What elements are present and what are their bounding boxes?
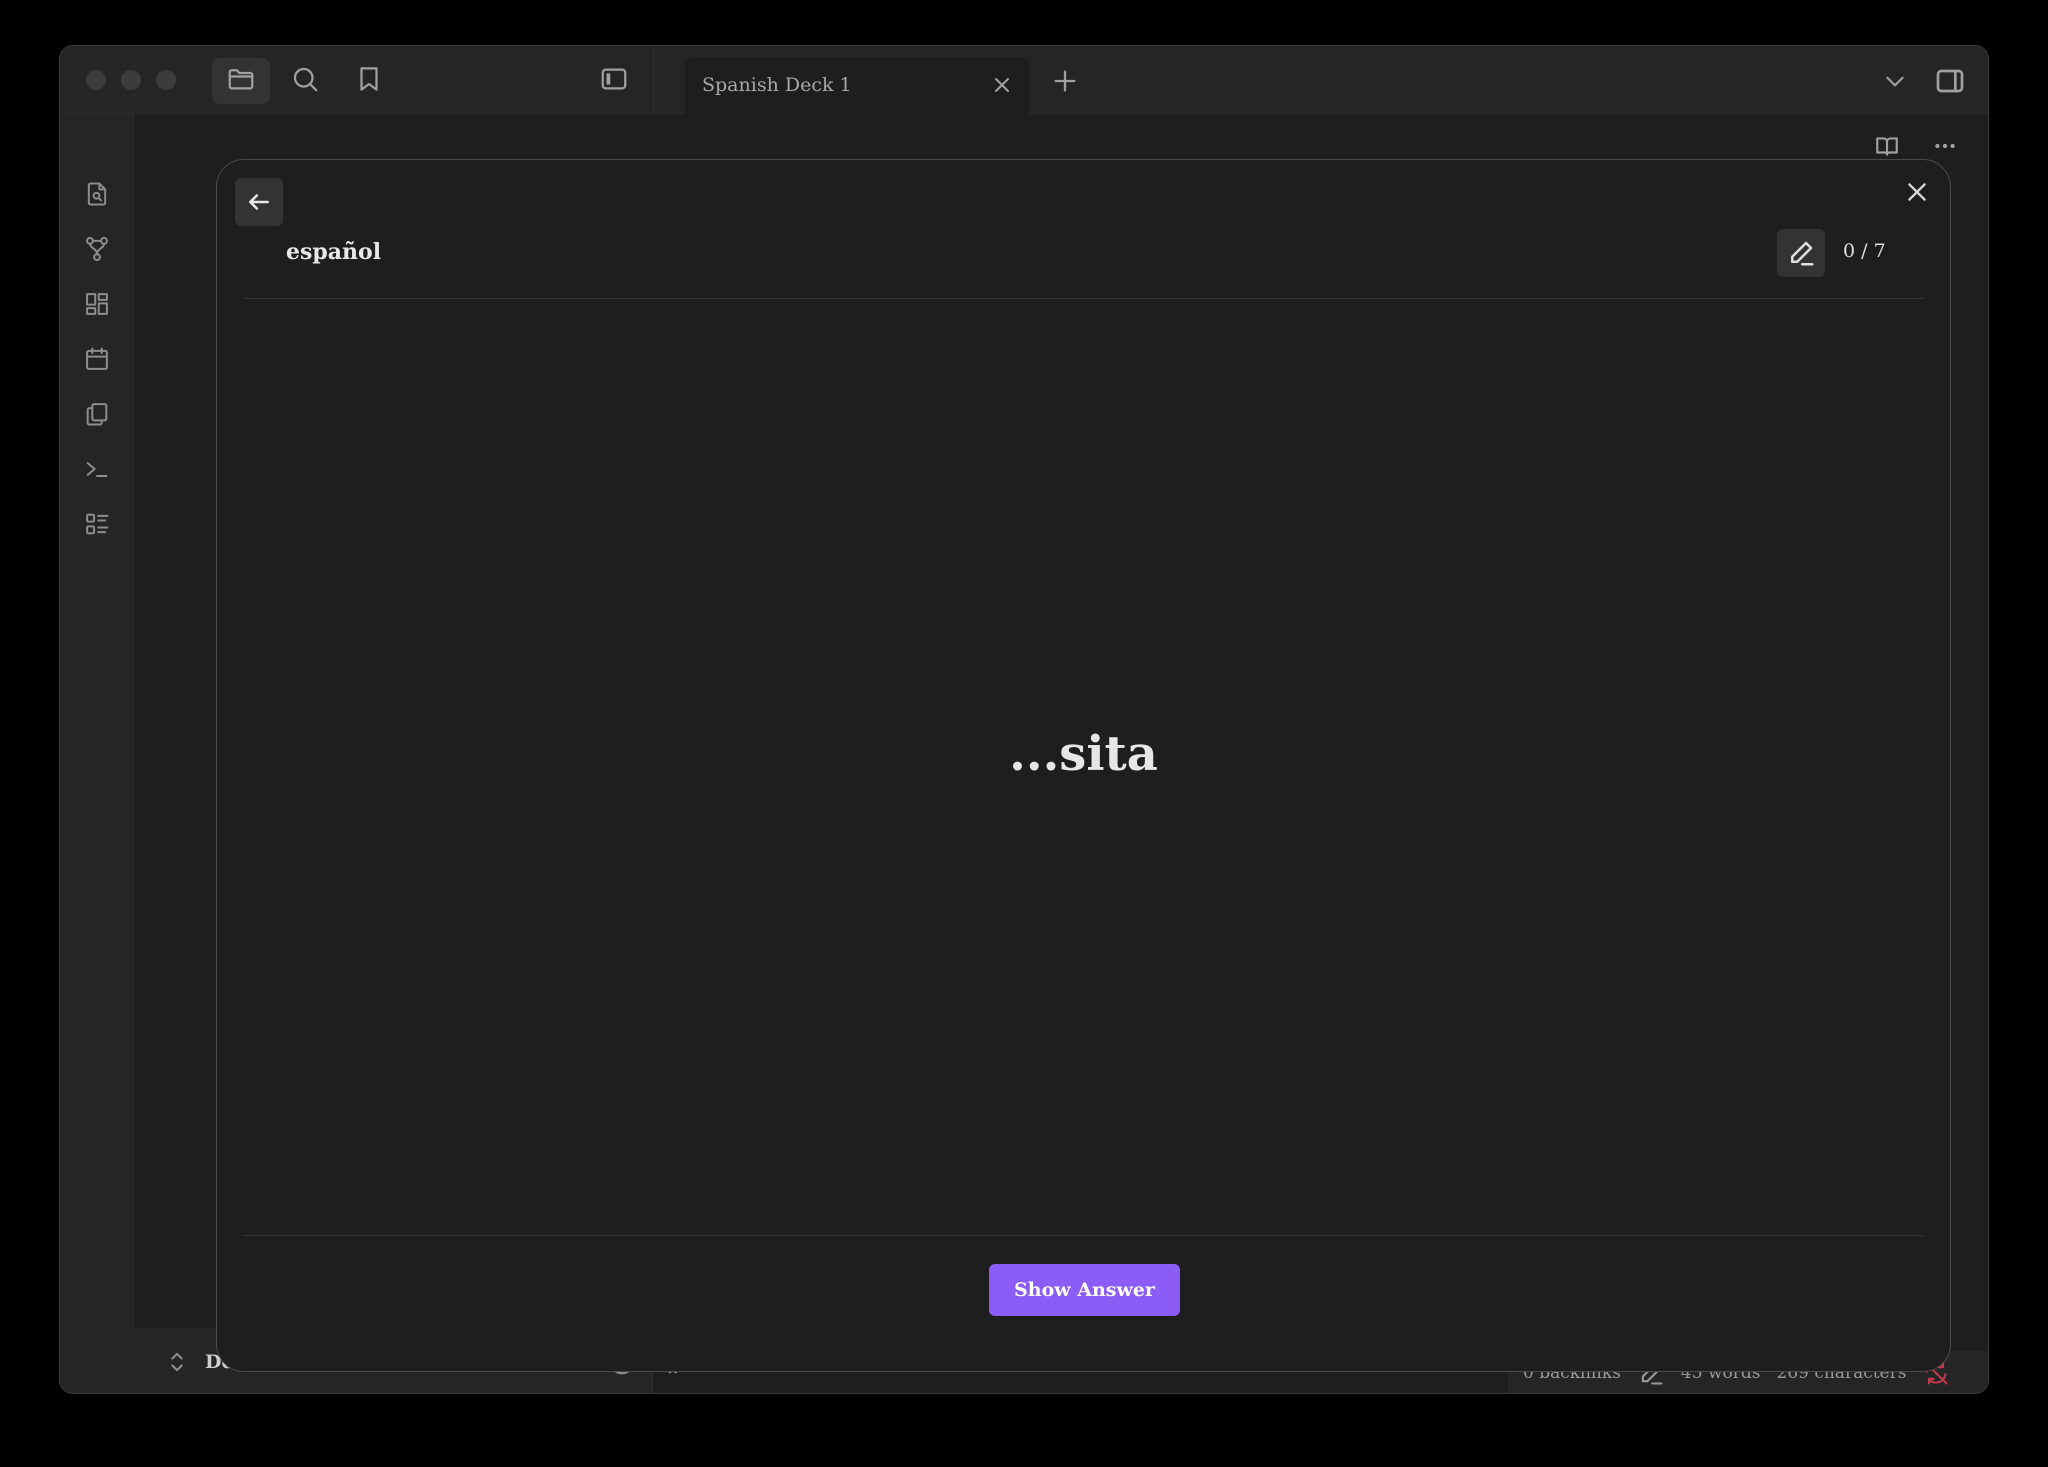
new-tab-button[interactable] — [1050, 66, 1080, 96]
tab-list-button[interactable] — [1880, 66, 1910, 96]
tab-spanish-deck[interactable]: Spanish Deck 1 — [685, 57, 1030, 114]
right-sidebar-icon — [1936, 69, 1964, 93]
vault-switch-button[interactable] — [167, 1348, 187, 1380]
card-question: ...sita — [1009, 726, 1158, 782]
more-horizontal-icon — [1935, 143, 1955, 149]
edit-card-button[interactable] — [1777, 229, 1825, 277]
close-icon — [1908, 183, 1926, 201]
title-bar: Spanish Deck 1 — [60, 46, 1988, 114]
folder-icon — [226, 64, 256, 98]
window-zoom-dot[interactable] — [156, 70, 176, 90]
bookmark-icon — [354, 64, 384, 98]
chevron-down-icon — [1886, 76, 1904, 87]
copy-icon — [83, 400, 111, 432]
pencil-icon — [1791, 241, 1814, 266]
window-close-dot[interactable] — [86, 70, 106, 90]
graph-icon — [83, 235, 111, 267]
sidebar-toggle-icon — [599, 64, 629, 98]
terminal-icon — [83, 455, 111, 487]
more-options-button[interactable] — [1930, 131, 1960, 161]
arrow-left-icon — [249, 194, 269, 210]
left-sidebar-toggle[interactable] — [585, 58, 643, 104]
window-minimize-dot[interactable] — [121, 70, 141, 90]
right-sidebar-toggle[interactable] — [1932, 63, 1968, 99]
ribbon-command-palette[interactable] — [79, 453, 115, 489]
ribbon-quick-switcher[interactable] — [79, 178, 115, 214]
close-icon — [995, 78, 1009, 92]
left-ribbon — [60, 114, 134, 1393]
reading-view-button[interactable] — [1872, 131, 1902, 161]
search-icon — [290, 64, 320, 98]
back-button[interactable] — [235, 178, 283, 226]
canvas-icon — [83, 290, 111, 322]
tab-title: Spanish Deck 1 — [702, 74, 852, 96]
plus-icon — [1054, 70, 1076, 92]
ribbon-flashcards[interactable] — [79, 508, 115, 544]
file-explorer-button[interactable] — [212, 58, 270, 104]
card-progress-counter: 0 / 7 — [1843, 240, 1886, 262]
ribbon-graph-view[interactable] — [79, 233, 115, 269]
app-window: Spanish Deck 1 0 backlinks 45 words 269 … — [59, 45, 1989, 1394]
ribbon-canvas[interactable] — [79, 288, 115, 324]
tab-close-button[interactable] — [988, 71, 1016, 99]
flashcard-review-modal: español 0 / 7 ...sita Show Answer — [216, 159, 1951, 1372]
search-button[interactable] — [276, 58, 334, 104]
chevron-up-down-icon — [171, 1352, 183, 1372]
calendar-icon — [83, 345, 111, 377]
book-open-icon — [1876, 137, 1898, 156]
modal-close-button[interactable] — [1902, 177, 1932, 207]
bookmarks-button[interactable] — [340, 58, 398, 104]
ribbon-daily-note[interactable] — [79, 343, 115, 379]
file-search-icon — [83, 180, 111, 212]
outline-icon — [83, 510, 111, 542]
ribbon-templates[interactable] — [79, 398, 115, 434]
show-answer-button[interactable]: Show Answer — [989, 1264, 1180, 1316]
panel-divider — [653, 46, 654, 114]
deck-name: español — [286, 239, 382, 265]
header-divider — [244, 298, 1923, 299]
footer-divider — [244, 1235, 1923, 1236]
